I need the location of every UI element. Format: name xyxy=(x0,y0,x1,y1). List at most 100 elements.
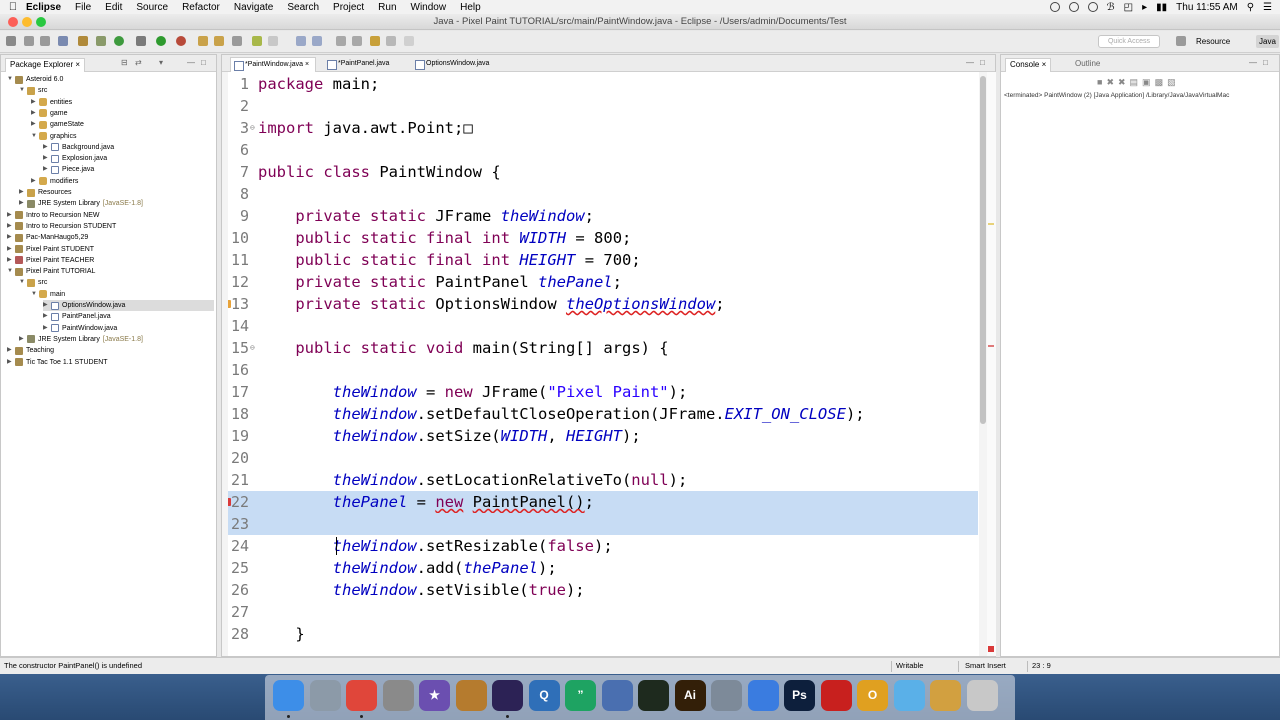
expand-arrow-right-icon[interactable]: ▶ xyxy=(43,153,51,164)
expand-arrow-right-icon[interactable]: ▶ xyxy=(43,142,51,153)
code-line[interactable]: 2 xyxy=(228,95,978,117)
sync-icon[interactable] xyxy=(1049,2,1060,12)
forward-icon[interactable] xyxy=(404,36,414,46)
remove-all-icon[interactable]: ✖ xyxy=(1118,77,1130,87)
menu-refactor[interactable]: Refactor xyxy=(182,2,220,13)
search-toolbar-icon[interactable] xyxy=(232,36,242,46)
warning-marker[interactable] xyxy=(988,223,994,225)
menu-file[interactable]: File xyxy=(75,2,91,13)
view-menu-icon[interactable]: ▾ xyxy=(159,58,163,67)
new-class-icon[interactable] xyxy=(114,36,124,46)
apple-menu-icon[interactable]:  xyxy=(0,1,26,13)
expand-arrow-right-icon[interactable]: ▶ xyxy=(7,255,15,266)
zoom-window-button[interactable] xyxy=(36,17,46,27)
chrome-icon[interactable] xyxy=(346,680,377,711)
minimize-window-button[interactable] xyxy=(22,17,32,27)
battery-icon[interactable]: ▮▮ xyxy=(1156,2,1167,13)
code-line[interactable]: 7 public class PaintWindow { xyxy=(228,161,978,183)
trash-icon[interactable] xyxy=(966,680,998,711)
expand-arrow-right-icon[interactable]: ▶ xyxy=(7,221,15,232)
show-whitespace-icon[interactable] xyxy=(296,36,306,46)
grid-icon[interactable] xyxy=(601,680,633,711)
debug-icon[interactable] xyxy=(136,36,146,46)
tree-item[interactable]: ▶ Background.java xyxy=(43,142,214,153)
tree-item[interactable]: ▶ Tic Tac Toe 1.1 STUDENT xyxy=(7,357,214,368)
tree-item[interactable]: ▶ entities xyxy=(31,97,214,108)
code-line[interactable]: 8 xyxy=(228,183,978,205)
close-icon[interactable]: × xyxy=(305,61,309,68)
external-tools-icon[interactable] xyxy=(176,36,186,46)
new-package-icon[interactable] xyxy=(96,36,106,46)
imovie-icon[interactable]: ★ xyxy=(419,680,450,711)
pin-console-icon[interactable]: ▣ xyxy=(1142,77,1155,87)
perspective-resource[interactable]: Resource xyxy=(1196,35,1230,48)
code-line[interactable]: 27 xyxy=(228,601,978,623)
expand-arrow-right-icon[interactable]: ▶ xyxy=(31,119,39,130)
open-console-icon[interactable]: ▧ xyxy=(1167,77,1180,87)
tree-item[interactable]: ▶ OptionsWindow.java xyxy=(43,300,214,311)
maximize-view-icon[interactable]: □ xyxy=(201,58,206,67)
tree-item[interactable]: ▼ graphics xyxy=(31,131,214,142)
print-icon[interactable] xyxy=(58,36,68,46)
tree-item[interactable]: ▶ Resources xyxy=(19,187,214,198)
wifi-icon[interactable]: ◰ xyxy=(1124,2,1133,13)
downloads-stack-icon[interactable] xyxy=(930,680,961,711)
tree-item[interactable]: ▶ JRE System Library [JavaSE-1.8] xyxy=(19,198,214,209)
menu-project[interactable]: Project xyxy=(333,2,364,13)
eclipse-icon[interactable] xyxy=(492,680,523,711)
quicktime-icon[interactable]: Q xyxy=(528,680,560,711)
editor-tab-paintwindow[interactable]: *PaintWindow.java × xyxy=(230,57,317,72)
tree-item[interactable]: ▶ Pac-ManHaugo5,29 xyxy=(7,232,214,243)
tree-item[interactable]: ▼ Asteroid 6.0 xyxy=(7,74,214,85)
tree-item[interactable]: ▶ Pixel Paint STUDENT xyxy=(7,244,214,255)
clock[interactable]: Thu 11:55 AM xyxy=(1176,2,1238,13)
menu-window[interactable]: Window xyxy=(411,2,447,13)
code-line[interactable]: 19 theWindow.setSize(WIDTH, HEIGHT); xyxy=(228,425,978,447)
block-selection-icon[interactable] xyxy=(312,36,322,46)
overview-ruler[interactable] xyxy=(987,72,996,656)
editor-scrollbar[interactable] xyxy=(979,72,987,656)
tab-outline[interactable]: Outline xyxy=(1071,58,1104,72)
expand-arrow-down-icon[interactable]: ▼ xyxy=(7,266,15,277)
hangouts-icon[interactable]: ” xyxy=(565,680,596,711)
quick-access-input[interactable]: Quick Access xyxy=(1098,35,1160,48)
garageband-icon[interactable] xyxy=(455,680,487,711)
code-line[interactable]: 15 ⊖ public static void main(String[] arg… xyxy=(228,337,978,359)
code-line[interactable]: 28 } xyxy=(228,623,978,645)
open-task-icon[interactable] xyxy=(214,36,224,46)
code-line[interactable]: 21 theWindow.setLocationRelativeTo(null)… xyxy=(228,469,978,491)
acrobat-icon[interactable] xyxy=(820,680,852,711)
minimize-editor-icon[interactable]: — xyxy=(966,58,974,67)
o-app-icon[interactable]: O xyxy=(857,680,888,711)
code-line[interactable]: 16 xyxy=(228,359,978,381)
run-icon[interactable] xyxy=(156,36,166,46)
tree-item[interactable]: ▼ Pixel Paint TUTORIAL xyxy=(7,266,214,277)
notification-center-icon[interactable]: ☰ xyxy=(1263,2,1272,13)
code-line[interactable]: 10 public static final int WIDTH = 800; xyxy=(228,227,978,249)
new-java-project-icon[interactable] xyxy=(78,36,88,46)
tree-item[interactable]: ▶ Pixel Paint TEACHER xyxy=(7,255,214,266)
collapse-all-icon[interactable]: ⊟ xyxy=(121,58,128,67)
status-insert-mode[interactable]: Smart Insert xyxy=(965,658,1006,674)
tree-item[interactable]: ▶ PaintPanel.java xyxy=(43,311,214,322)
tree-item[interactable]: ▶ Intro to Recursion STUDENT xyxy=(7,221,214,232)
expand-arrow-right-icon[interactable]: ▶ xyxy=(31,176,39,187)
code-line[interactable]: 25 theWindow.add(thePanel); xyxy=(228,557,978,579)
save-icon[interactable] xyxy=(24,36,34,46)
close-window-button[interactable] xyxy=(8,17,18,27)
volume-icon[interactable]: ▸ xyxy=(1142,2,1147,13)
code-line[interactable]: 14 xyxy=(228,315,978,337)
expand-arrow-down-icon[interactable]: ▼ xyxy=(31,289,39,300)
toggle-breadcrumb-icon[interactable] xyxy=(268,36,278,46)
menu-run[interactable]: Run xyxy=(378,2,396,13)
tree-item[interactable]: ▶ game xyxy=(31,108,214,119)
textedit-icon[interactable] xyxy=(747,680,779,711)
close-icon[interactable]: × xyxy=(1042,60,1047,69)
applications-folder-icon[interactable] xyxy=(893,680,925,711)
tree-item[interactable]: ▶ Explosion.java xyxy=(43,153,214,164)
menu-navigate[interactable]: Navigate xyxy=(234,2,273,13)
minimize-view-icon[interactable]: — xyxy=(1249,58,1257,67)
error-summary-marker[interactable] xyxy=(988,646,994,652)
open-perspective-icon[interactable] xyxy=(1176,36,1186,46)
code-line[interactable]: 13 private static OptionsWindow theOptio… xyxy=(228,293,978,315)
